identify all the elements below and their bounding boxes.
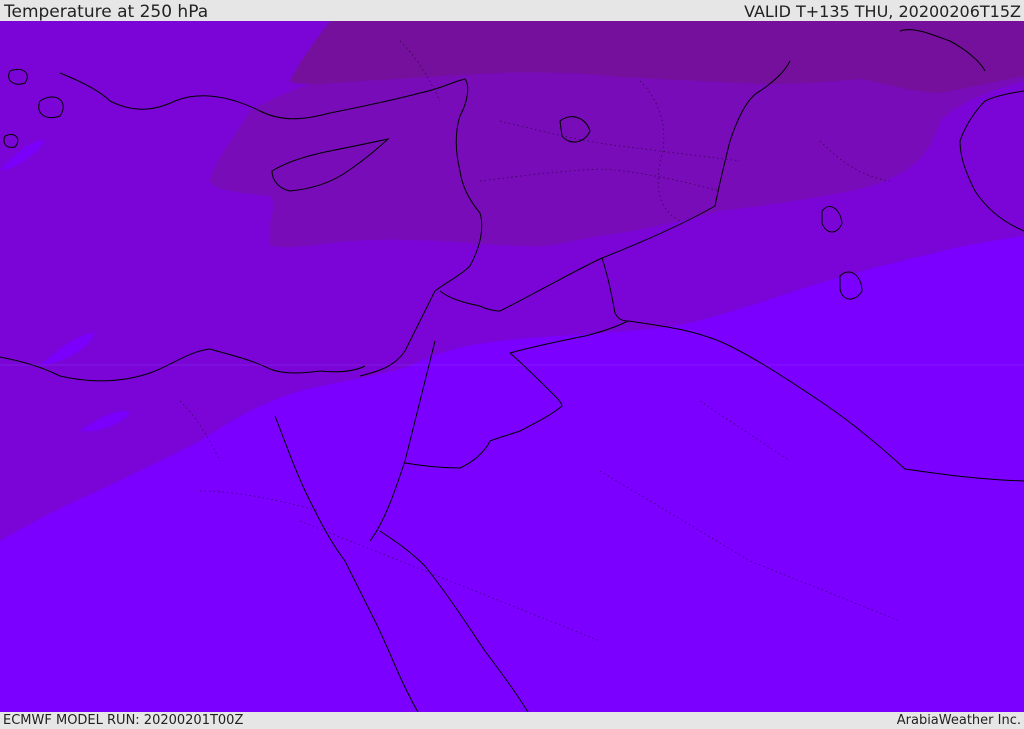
footer-bar: ECMWF MODEL RUN: 20200201T00Z ArabiaWeat… <box>0 712 1024 729</box>
temperature-map <box>0 21 1024 712</box>
credit-label: ArabiaWeather Inc. <box>896 713 1021 728</box>
valid-time: VALID T+135 THU, 20200206T15Z <box>744 2 1021 21</box>
forecast-map-page: Temperature at 250 hPa VALID T+135 THU, … <box>0 0 1024 729</box>
map-title: Temperature at 250 hPa <box>4 2 209 22</box>
header-bar: Temperature at 250 hPa VALID T+135 THU, … <box>0 0 1024 21</box>
model-run-label: ECMWF MODEL RUN: 20200201T00Z <box>3 713 244 728</box>
